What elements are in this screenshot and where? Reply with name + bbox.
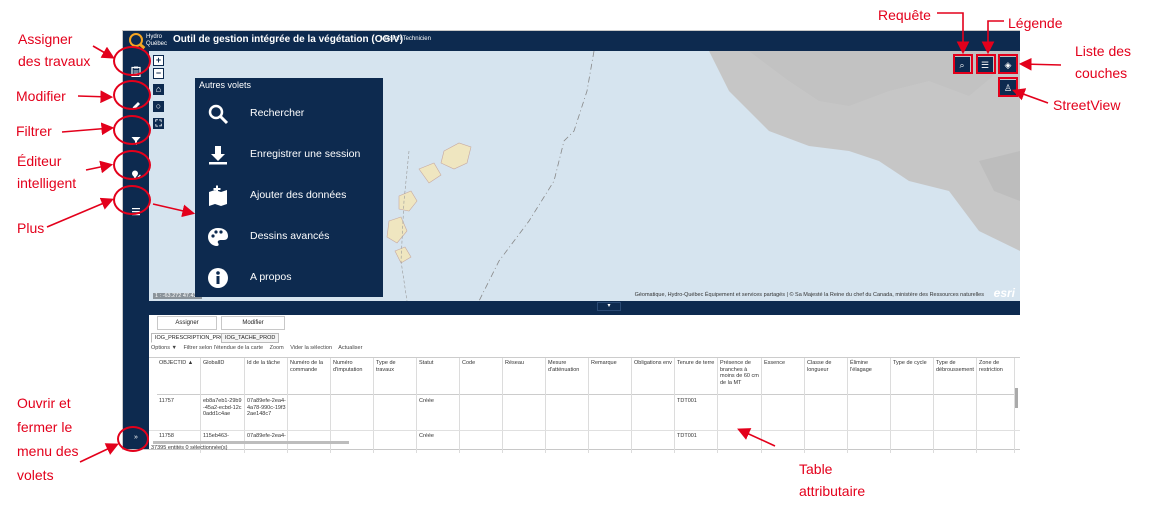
callout-legende: Légende bbox=[1008, 15, 1063, 31]
callout-ouvrir: Ouvrir et fermer le menu des volets bbox=[17, 395, 79, 483]
annotation-arrows bbox=[46, 12, 1062, 463]
callout-modifier: Modifier bbox=[16, 88, 66, 104]
callout-table: Table attributaire bbox=[799, 461, 866, 499]
annotated-screenshot: Hydro Québec Outil de gestion intégrée de… bbox=[0, 0, 1152, 507]
callout-plus: Plus bbox=[17, 220, 45, 236]
callout-editeur: Éditeur intelligent bbox=[17, 153, 77, 191]
callout-requete: Requête bbox=[878, 7, 931, 23]
callout-liste: Liste des couches bbox=[1075, 43, 1132, 81]
callout-assigner: Assigner des travaux bbox=[18, 31, 91, 69]
callout-filtrer: Filtrer bbox=[16, 123, 52, 139]
callout-streetview: StreetView bbox=[1053, 97, 1121, 113]
